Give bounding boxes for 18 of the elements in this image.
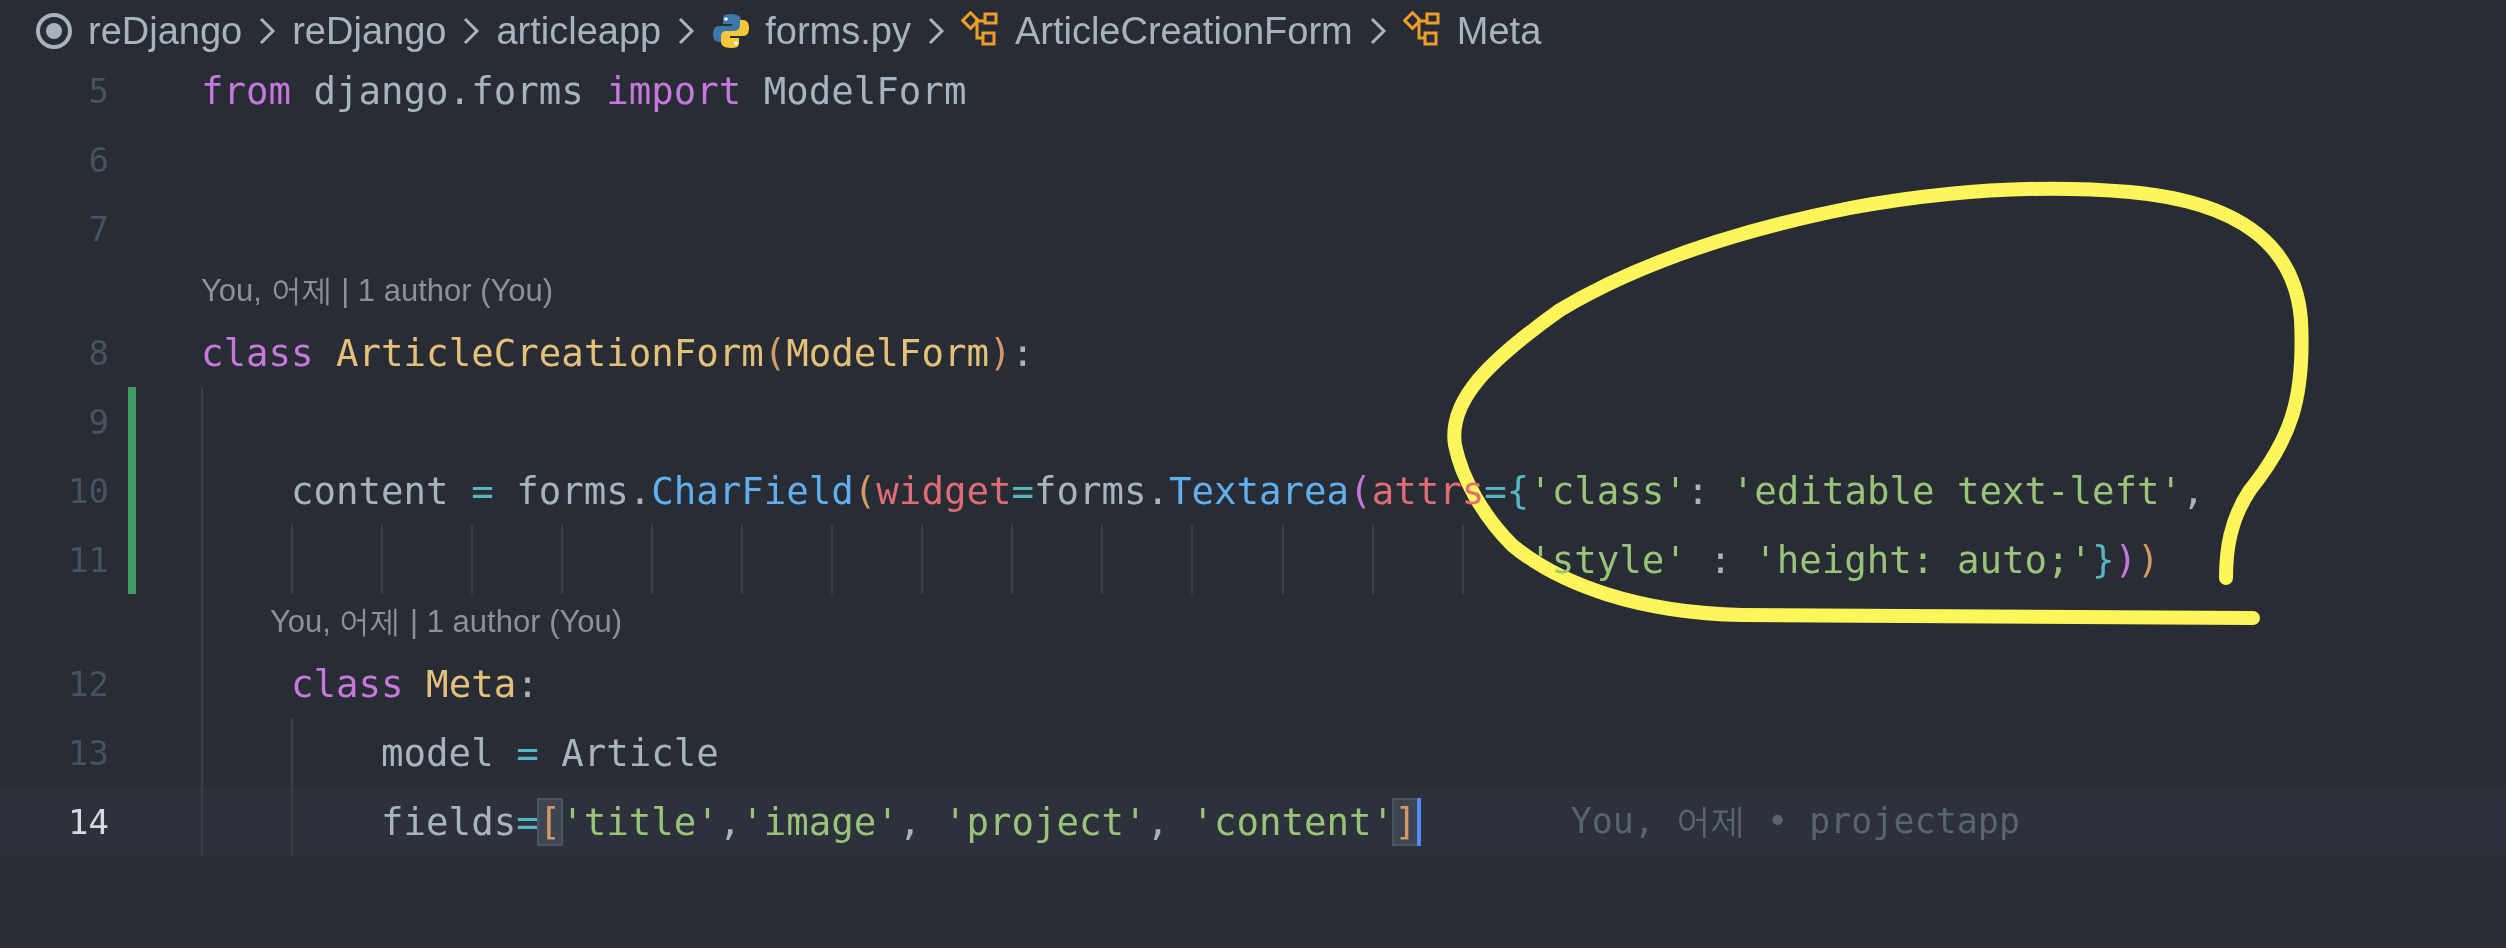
breadcrumb-item[interactable]: reDjango [88, 9, 243, 53]
target-icon [34, 11, 74, 51]
codelens-text[interactable]: You, 어제 | 1 author (You) [269, 600, 623, 643]
code-line: fields=['title','image', 'project', 'content'] [380, 799, 1417, 844]
breadcrumb-item[interactable]: forms.py [765, 9, 911, 53]
codelens-text[interactable]: You, 어제 | 1 author (You) [201, 269, 554, 312]
code-line: class ArticleCreationForm(ModelForm): [201, 330, 1034, 375]
code-line: from django.forms import ModelForm [201, 68, 967, 113]
code-line: model = Article [380, 730, 719, 775]
text-cursor [1416, 797, 1421, 846]
breadcrumb-item[interactable]: articleapp [496, 9, 662, 53]
breadcrumb-item[interactable]: Meta [1456, 9, 1542, 53]
python-icon [711, 11, 752, 51]
line-number: 14 [67, 801, 109, 842]
breadcrumb-item[interactable]: ArticleCreationForm [1014, 9, 1353, 53]
code-line: class Meta: [290, 661, 539, 706]
code-line: 'style' : 'height: auto;'})) [1528, 537, 2160, 582]
breadcrumb-item[interactable]: reDjango [292, 9, 447, 53]
